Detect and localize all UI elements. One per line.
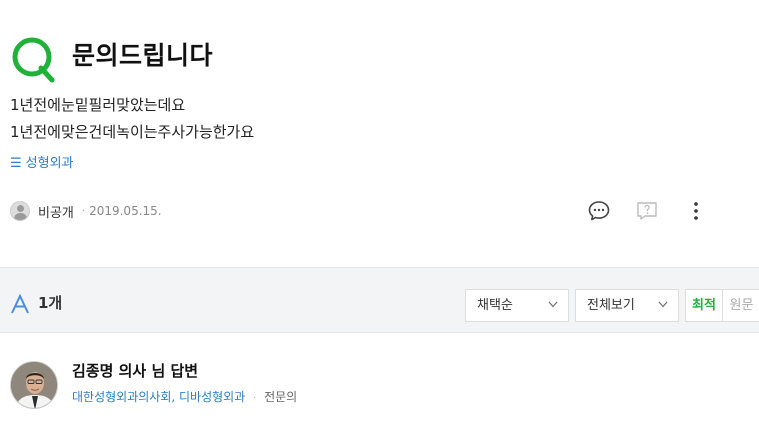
anonymous-avatar-icon [10, 201, 30, 221]
sort-select-value: 채택순 [477, 298, 513, 313]
category-link[interactable]: ☰ 성형외과 [10, 155, 74, 173]
doctor-avatar[interactable] [10, 361, 58, 409]
question-body: 1년전에눈밑필러맞았는데요 1년전에맞은건데녹이는주사가능한가요 [10, 92, 254, 146]
more-vertical-icon [694, 202, 698, 220]
toggle-optimal[interactable]: 최적 [686, 290, 723, 321]
answerer-affiliation[interactable]: 대한성형외과의사회, 디바성형외과 [72, 390, 245, 404]
answers-header: 1개 채택순 전체보기 최적 원문 [0, 267, 759, 333]
doctor-photo-icon [11, 362, 57, 408]
answerer-name[interactable]: 김종명 의사 님 답변 [72, 360, 198, 382]
more-button[interactable] [683, 198, 709, 224]
chevron-down-icon [658, 301, 668, 308]
answer-count: 1개 [38, 294, 63, 312]
question-meta: 비공개 · 2019.05.15. [10, 201, 162, 221]
separator-dot: · [253, 393, 257, 404]
view-select[interactable]: 전체보기 [575, 289, 679, 322]
list-icon: ☰ [10, 156, 22, 171]
sort-select[interactable]: 채택순 [465, 289, 569, 322]
category-label: 성형외과 [25, 156, 74, 171]
question-date: 2019.05.15. [89, 204, 162, 218]
comment-icon [588, 201, 610, 221]
report-button[interactable] [634, 198, 660, 224]
answer-item: 김종명 의사 님 답변 대한성형외과의사회, 디바성형외과 · 전문의 [0, 333, 759, 421]
question-title: 문의드립니다 [72, 41, 214, 70]
comment-button[interactable] [586, 198, 612, 224]
chevron-down-icon [548, 301, 558, 308]
answerer-role: 전문의 [264, 390, 298, 404]
view-select-value: 전체보기 [587, 298, 635, 313]
question-body-line: 1년전에눈밑필러맞았는데요 [10, 96, 186, 114]
answerer-meta: 대한성형외과의사회, 디바성형외과 · 전문의 [72, 389, 297, 407]
q-logo-icon [12, 37, 55, 83]
toggle-original[interactable]: 원문 [723, 290, 759, 321]
report-icon [637, 202, 657, 220]
separator-dot: · [81, 205, 86, 217]
author-name: 비공개 [38, 205, 74, 221]
view-mode-toggle: 최적 원문 [685, 289, 759, 322]
question-section: 문의드립니다 1년전에눈밑필러맞았는데요 1년전에맞은건데녹이는주사가능한가요 … [0, 0, 759, 267]
question-body-line: 1년전에맞은건데녹이는주사가능한가요 [10, 123, 255, 141]
a-logo-icon [11, 294, 29, 314]
